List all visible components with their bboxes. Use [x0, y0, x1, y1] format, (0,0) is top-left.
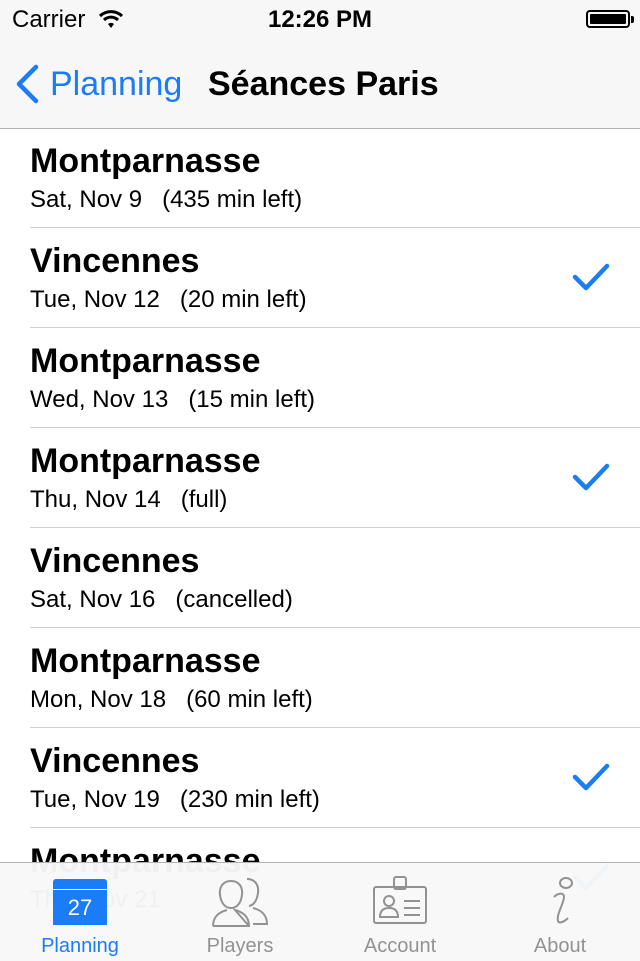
session-date: Sat, Nov 9	[30, 186, 143, 213]
session-status: (20 min left)	[179, 286, 307, 313]
session-status: (60 min left)	[186, 686, 313, 713]
session-row[interactable]: Montparnasse Sat, Nov 9 (435 min left)	[0, 128, 640, 228]
id-card-icon	[373, 876, 427, 924]
session-date: Thu, Nov 14	[30, 486, 161, 513]
session-row[interactable]: Vincennes Tue, Nov 12 (20 min left)	[0, 228, 640, 328]
session-date: Mon, Nov 18	[30, 686, 167, 713]
session-venue: Montparnasse	[30, 142, 261, 180]
session-venue: Vincennes	[30, 242, 200, 280]
calendar-icon: 27	[53, 879, 107, 925]
info-icon	[553, 877, 573, 924]
players-icon	[212, 878, 269, 927]
session-row[interactable]: Montparnasse Thu, Nov 14 (full)	[0, 428, 640, 528]
page-title: Séances Paris	[208, 64, 439, 103]
tab-about[interactable]: About	[480, 863, 640, 961]
session-date: Sat, Nov 16	[30, 586, 156, 613]
chevron-left-icon	[16, 64, 39, 104]
calendar-badge: 27	[53, 890, 107, 925]
navigation-bar: Planning Séances Paris	[0, 40, 640, 129]
tab-label: Players	[206, 935, 274, 957]
session-details: Sat, Nov 16 (cancelled)	[30, 586, 293, 614]
checkmark-icon	[572, 463, 610, 491]
session-list: Montparnasse Sat, Nov 9 (435 min left) Vin…	[0, 128, 640, 928]
session-row[interactable]: Montparnasse Wed, Nov 13 (15 min left)	[0, 328, 640, 428]
tab-planning[interactable]: 27 Planning	[0, 863, 160, 961]
back-button-label: Planning	[50, 64, 183, 103]
session-date: Tue, Nov 19	[30, 786, 160, 813]
status-bar: Carrier 12:26 PM	[0, 0, 640, 40]
session-row[interactable]: Montparnasse Mon, Nov 18 (60 min left)	[0, 628, 640, 728]
session-details: Tue, Nov 12 (20 min left)	[30, 286, 307, 314]
session-status: (435 min left)	[162, 186, 303, 213]
tab-players[interactable]: Players	[160, 863, 320, 961]
session-venue: Montparnasse	[30, 342, 261, 380]
session-row[interactable]: Vincennes Sat, Nov 16 (cancelled)	[0, 528, 640, 628]
session-venue: Vincennes	[30, 742, 200, 780]
session-status: (full)	[180, 486, 228, 513]
session-details: Tue, Nov 19 (230 min left)	[30, 786, 320, 814]
session-venue: Montparnasse	[30, 442, 261, 480]
session-details: Wed, Nov 13 (15 min left)	[30, 386, 315, 414]
session-venue: Montparnasse	[30, 642, 261, 680]
tab-label: Planning	[41, 935, 119, 957]
session-details: Mon, Nov 18 (60 min left)	[30, 686, 313, 714]
session-venue: Vincennes	[30, 542, 200, 580]
session-details: Thu, Nov 14 (full)	[30, 486, 227, 514]
checkmark-icon	[572, 763, 610, 791]
session-details: Sat, Nov 9 (435 min left)	[30, 186, 302, 214]
session-date: Wed, Nov 13	[30, 386, 169, 413]
tab-account[interactable]: Account	[320, 863, 480, 961]
session-status: (15 min left)	[188, 386, 316, 413]
session-date: Tue, Nov 12	[30, 286, 160, 313]
back-button[interactable]: Planning	[14, 40, 182, 128]
tab-label: About	[533, 935, 587, 957]
battery-icon	[586, 10, 634, 28]
session-row[interactable]: Vincennes Tue, Nov 19 (230 min left)	[0, 728, 640, 828]
checkmark-icon	[572, 263, 610, 291]
tab-bar: 27 Planning Players Account About	[0, 862, 640, 961]
session-status: (230 min left)	[179, 786, 320, 813]
tab-label: Account	[363, 935, 437, 957]
status-time: 12:26 PM	[267, 6, 373, 33]
session-status: (cancelled)	[175, 586, 293, 613]
